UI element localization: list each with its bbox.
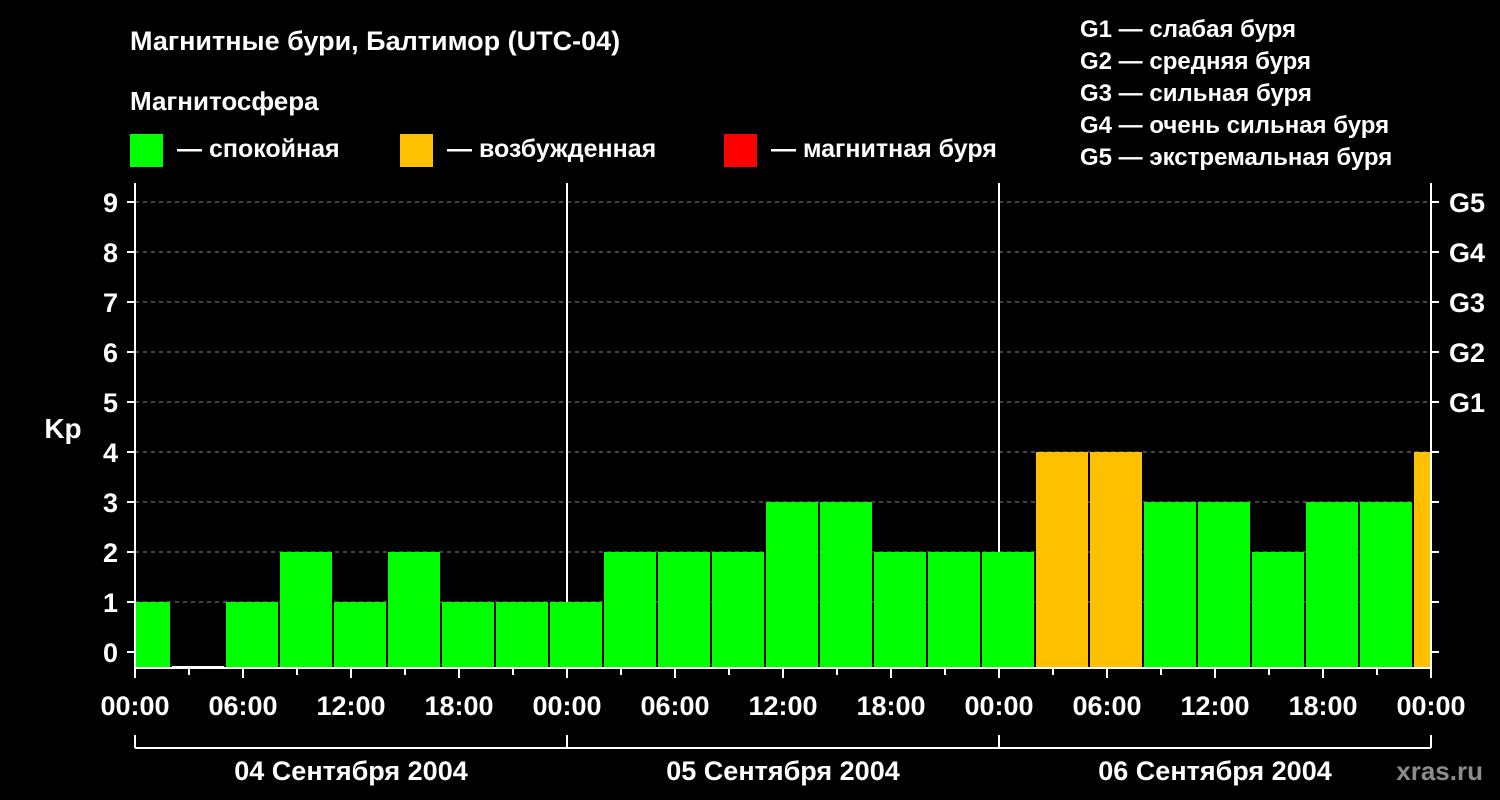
kp-bar-17	[1036, 452, 1088, 668]
storm-level-g1: G1 — слабая буря	[1080, 16, 1296, 43]
kp-bar-18	[1090, 452, 1142, 668]
x-tick-label-0: 00:00	[100, 691, 169, 721]
g-scale-label-g1: G1	[1449, 388, 1485, 418]
kp-bar-21	[1252, 552, 1304, 668]
legend-swatch-calm	[130, 134, 163, 167]
x-tick-label-4: 00:00	[532, 691, 601, 721]
kp-bar-7	[496, 602, 548, 668]
day-label-1: 05 Сентября 2004	[666, 756, 899, 786]
g-scale-label-g5: G5	[1449, 188, 1485, 218]
legend-title: Магнитосфера	[130, 86, 319, 116]
kp-bar-19	[1144, 502, 1196, 668]
kp-bar-5	[388, 552, 440, 668]
day-label-2: 06 Сентября 2004	[1098, 756, 1331, 786]
y-axis-label: Kp	[44, 413, 81, 444]
kp-bar-9	[604, 552, 656, 668]
kp-bar-4	[334, 602, 386, 668]
y-tick-label-7: 7	[103, 288, 118, 318]
x-tick-label-1: 06:00	[208, 691, 277, 721]
y-tick-label-9: 9	[103, 188, 118, 218]
kp-bar-14	[874, 552, 926, 668]
y-tick-label-0: 0	[103, 638, 118, 668]
g-scale-label-g4: G4	[1449, 238, 1485, 268]
kp-bar-11	[712, 552, 764, 668]
x-tick-label-5: 06:00	[640, 691, 709, 721]
y-tick-label-8: 8	[103, 238, 118, 268]
legend-swatch-disturbed	[400, 134, 433, 167]
kp-bar-16	[982, 552, 1034, 668]
legend-swatch-storm	[724, 134, 757, 167]
g-scale-label-g3: G3	[1449, 288, 1485, 318]
kp-bar-23	[1360, 502, 1412, 668]
legend-label-disturbed: — возбужденная	[447, 135, 656, 163]
kp-bar-20	[1198, 502, 1250, 668]
storm-level-g2: G2 — средняя буря	[1080, 48, 1311, 75]
kp-bar-10	[658, 552, 710, 668]
legend-label-calm: — спокойная	[177, 135, 340, 163]
kp-bar-2	[226, 602, 278, 668]
storm-level-g3: G3 — сильная буря	[1080, 80, 1312, 107]
kp-bar-6	[442, 602, 494, 668]
x-tick-label-11: 18:00	[1288, 691, 1357, 721]
day-label-0: 04 Сентября 2004	[234, 756, 467, 786]
kp-chart: Магнитные бури, Балтимор (UTC-04) Магнит…	[0, 0, 1500, 800]
kp-bar-8	[550, 602, 602, 668]
kp-bar-22	[1306, 502, 1358, 668]
x-tick-label-7: 18:00	[856, 691, 925, 721]
x-tick-label-8: 00:00	[964, 691, 1033, 721]
kp-bar-24	[1414, 452, 1430, 668]
y-tick-label-1: 1	[103, 588, 118, 618]
y-tick-label-6: 6	[103, 338, 118, 368]
chart-title: Магнитные бури, Балтимор (UTC-04)	[130, 26, 620, 56]
x-tick-label-6: 12:00	[748, 691, 817, 721]
storm-level-g5: G5 — экстремальная буря	[1080, 144, 1392, 171]
x-tick-label-9: 06:00	[1072, 691, 1141, 721]
kp-bar-3	[280, 552, 332, 668]
g-scale-label-g2: G2	[1449, 338, 1485, 368]
kp-bar-0	[136, 602, 170, 668]
kp-bar-13	[820, 502, 872, 668]
x-tick-label-3: 18:00	[424, 691, 493, 721]
x-tick-label-10: 12:00	[1180, 691, 1249, 721]
y-tick-label-2: 2	[103, 538, 118, 568]
credit-text: xras.ru	[1396, 756, 1483, 786]
legend-label-storm: — магнитная буря	[771, 135, 997, 163]
y-tick-label-4: 4	[103, 438, 118, 468]
y-tick-label-5: 5	[103, 388, 118, 418]
y-tick-label-3: 3	[103, 488, 118, 518]
x-tick-label-12: 00:00	[1396, 691, 1465, 721]
kp-bar-12	[766, 502, 818, 668]
storm-level-g4: G4 — очень сильная буря	[1080, 112, 1389, 139]
x-tick-label-2: 12:00	[316, 691, 385, 721]
kp-bar-15	[928, 552, 980, 668]
